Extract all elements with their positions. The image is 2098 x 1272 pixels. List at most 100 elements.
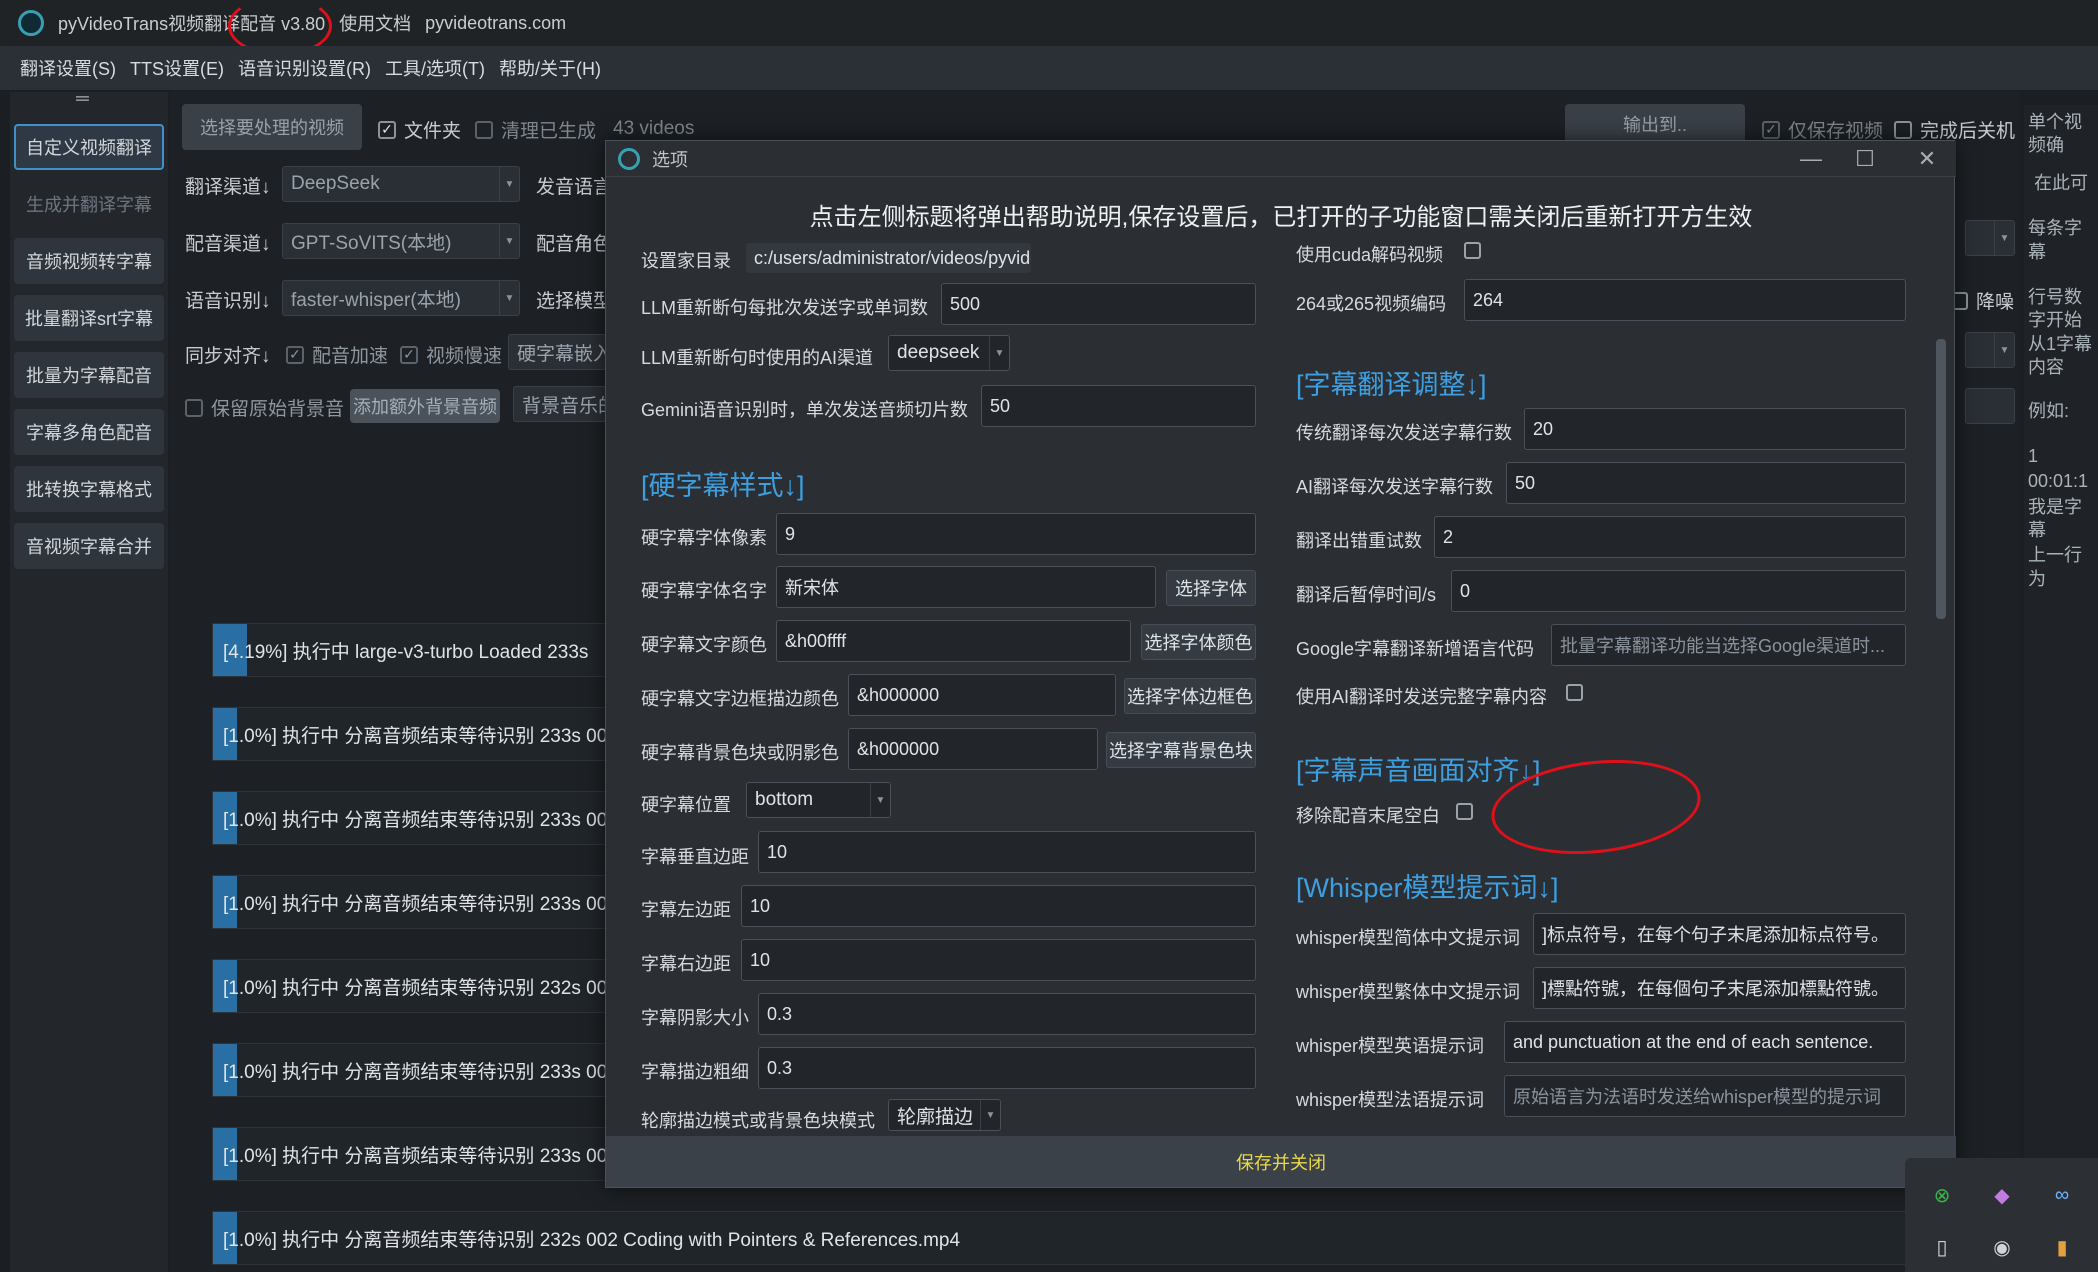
codec-input[interactable]: 264 [1464,279,1906,321]
translate-section-title[interactable]: [字幕翻译调整↓] [1296,363,1487,402]
save-close-button[interactable]: 保存并关闭 [606,1136,1956,1187]
folder-checkbox[interactable]: ✓ 文件夹 [378,116,461,143]
font-name-input[interactable]: 新宋体 [776,566,1156,608]
trad-lines-input[interactable]: 20 [1524,408,1906,450]
google-input[interactable]: 批量字幕翻译功能当选择Google渠道时... [1551,624,1906,666]
usb-icon[interactable]: ▯ [1925,1230,1959,1264]
task-row[interactable]: [1.0%] 执行中 分离音频结束等待识别 233s 00 [212,791,612,845]
website-link[interactable]: pyvideotrans.com [425,13,566,34]
translate-channel-select[interactable]: DeepSeek ▼ [282,166,520,202]
outline-color-label[interactable]: 硬字幕文字边框描边颜色 [641,685,839,711]
remove-tail-label[interactable]: 移除配音末尾空白 [1296,802,1440,828]
docs-link[interactable]: 使用文档 [339,10,411,36]
add-bg-audio-button[interactable]: 添加额外背景音频 [350,389,500,423]
font-size-label[interactable]: 硬字幕字体像素 [641,524,767,550]
retry-label[interactable]: 翻译出错重试数 [1296,527,1422,553]
denoise-checkbox[interactable]: 降噪 [1950,287,2014,314]
task-row[interactable]: [1.0%] 执行中 分离音频结束等待识别 233s 00 [212,875,612,929]
font-color-label[interactable]: 硬字幕文字颜色 [641,631,767,657]
position-label[interactable]: 硬字幕位置 [641,791,731,817]
llm-batch-input[interactable]: 500 [941,283,1256,325]
ws-en-label[interactable]: whisper模型英语提示词 [1296,1032,1484,1058]
right-input-3[interactable] [1965,388,2015,424]
font-name-label[interactable]: 硬字幕字体名字 [641,577,767,603]
bg-color-label[interactable]: 硬字幕背景色块或阴影色 [641,739,839,765]
codec-label[interactable]: 264或265视频编码 [1296,290,1446,316]
remove-tail-checkbox[interactable] [1456,803,1473,820]
select-videos-button[interactable]: 选择要处理的视频 [182,104,362,150]
llm-ai-label[interactable]: LLM重新断句时使用的AI渠道 [641,344,873,370]
bg-color-input[interactable]: &h000000 [848,728,1098,770]
ai-lines-label[interactable]: AI翻译每次发送字幕行数 [1296,473,1493,499]
ws-zh-label[interactable]: whisper模型简体中文提示词 [1296,924,1520,950]
sync-label[interactable]: 同步对齐↓ [185,341,271,368]
google-label[interactable]: Google字幕翻译新增语言代码 [1296,635,1534,661]
task-row[interactable]: [4.19%] 执行中 large-v3-turbo Loaded 233s [212,623,612,677]
scrollbar-thumb[interactable] [1936,339,1946,619]
v-margin-label[interactable]: 字幕垂直边距 [641,843,749,869]
audio-icon[interactable]: ◉ [1985,1230,2019,1264]
nav-av-to-subs[interactable]: 音频视频转字幕 [14,238,164,284]
shutdown-checkbox[interactable]: 完成后关机 [1894,116,2015,143]
whisper-section-title[interactable]: [Whisper模型提示词↓] [1296,866,1559,905]
cuda-label[interactable]: 使用cuda解码视频 [1296,241,1443,267]
ai-lines-input[interactable]: 50 [1506,462,1906,504]
translate-channel-label[interactable]: 翻译渠道↓ [185,172,271,199]
dub-channel-select[interactable]: GPT-SoVITS(本地) ▼ [282,223,520,259]
border-mode-label[interactable]: 轮廓描边模式或背景色块模式 [641,1107,875,1133]
ai-full-checkbox[interactable] [1566,684,1583,701]
cuda-checkbox[interactable] [1464,242,1481,259]
video-slow-checkbox[interactable]: ✓ 视频慢速 [400,341,502,368]
align-section-title[interactable]: [字幕声音画面对齐↓] [1296,749,1541,788]
glasses-icon[interactable]: ∞ [2045,1178,2079,1212]
keep-bg-checkbox[interactable]: 保留原始背景音 [185,394,344,421]
border-mode-select[interactable]: 轮廓描边 ▼ [888,1099,1001,1131]
choose-outline-color-button[interactable]: 选择字体边框色 [1124,678,1256,714]
task-row[interactable]: [1.0%] 执行中 分离音频结束等待识别 232s 00 [212,959,612,1013]
close-icon[interactable]: ✕ [1900,141,1954,177]
mic-icon[interactable]: ▮ [2045,1230,2079,1264]
task-row[interactable]: [1.0%] 执行中 分离音频结束等待识别 233s 00 [212,707,612,761]
task-row[interactable]: [1.0%] 执行中 分离音频结束等待识别 232s 002 Coding wi… [212,1211,2022,1265]
menu-help[interactable]: 帮助/关于(H) [499,55,601,81]
shadow-label[interactable]: 字幕阴影大小 [641,1004,749,1030]
choose-bg-color-button[interactable]: 选择字幕背景色块 [1106,732,1256,768]
nav-merge-av-subs[interactable]: 音视频字幕合并 [14,523,164,569]
ws-fr-input[interactable]: 原始语言为法语时发送给whisper模型的提示词 [1504,1075,1906,1117]
copilot-icon[interactable]: ◆ [1985,1178,2019,1212]
pause-label[interactable]: 翻译后暂停时间/s [1296,581,1436,607]
outline-width-label[interactable]: 字幕描边粗细 [641,1058,749,1084]
dub-speed-checkbox[interactable]: ✓ 配音加速 [286,341,388,368]
task-row[interactable]: [1.0%] 执行中 分离音频结束等待识别 233s 00 [212,1127,612,1181]
right-select-1[interactable]: ▼ [1965,220,2015,256]
output-to-button[interactable]: 输出到.. [1565,104,1745,144]
task-row[interactable]: [1.0%] 执行中 分离音频结束等待识别 233s 00 [212,1043,612,1097]
maximize-icon[interactable]: ☐ [1838,141,1892,177]
xbox-icon[interactable]: ⊗ [1925,1178,1959,1212]
nav-convert-subs[interactable]: 批转换字幕格式 [14,466,164,512]
ws-tw-label[interactable]: whisper模型繁体中文提示词 [1296,978,1520,1004]
minimize-icon[interactable]: — [1784,141,1838,177]
nav-handle-icon[interactable]: ═ [76,88,89,109]
pause-input[interactable]: 0 [1451,570,1906,612]
nav-batch-translate-srt[interactable]: 批量翻译srt字幕 [14,295,164,341]
asr-select[interactable]: faster-whisper(本地) ▼ [282,280,520,316]
menu-tts[interactable]: TTS设置(E) [130,55,224,81]
position-select[interactable]: bottom ▼ [746,782,891,818]
home-dir-label[interactable]: 设置家目录 [641,247,731,273]
llm-ai-select[interactable]: deepseek ▼ [888,335,1010,371]
menu-translate[interactable]: 翻译设置(S) [20,55,116,81]
retry-input[interactable]: 2 [1434,516,1906,558]
ws-fr-label[interactable]: whisper模型法语提示词 [1296,1086,1484,1112]
hard-sub-section-title[interactable]: [硬字幕样式↓] [641,464,805,503]
font-size-input[interactable]: 9 [776,513,1256,555]
r-margin-input[interactable]: 10 [741,939,1256,981]
ws-en-input[interactable]: and punctuation at the end of each sente… [1504,1021,1906,1063]
l-margin-input[interactable]: 10 [741,885,1256,927]
nav-custom-video-translate[interactable]: 自定义视频翻译 [14,124,164,170]
nav-multi-role-dub[interactable]: 字幕多角色配音 [14,409,164,455]
l-margin-label[interactable]: 字幕左边距 [641,896,731,922]
dialog-scrollbar[interactable] [1934,249,1948,1109]
menu-asr[interactable]: 语音识别设置(R) [238,55,371,81]
clear-generated-checkbox[interactable]: 清理已生成 [475,116,596,143]
